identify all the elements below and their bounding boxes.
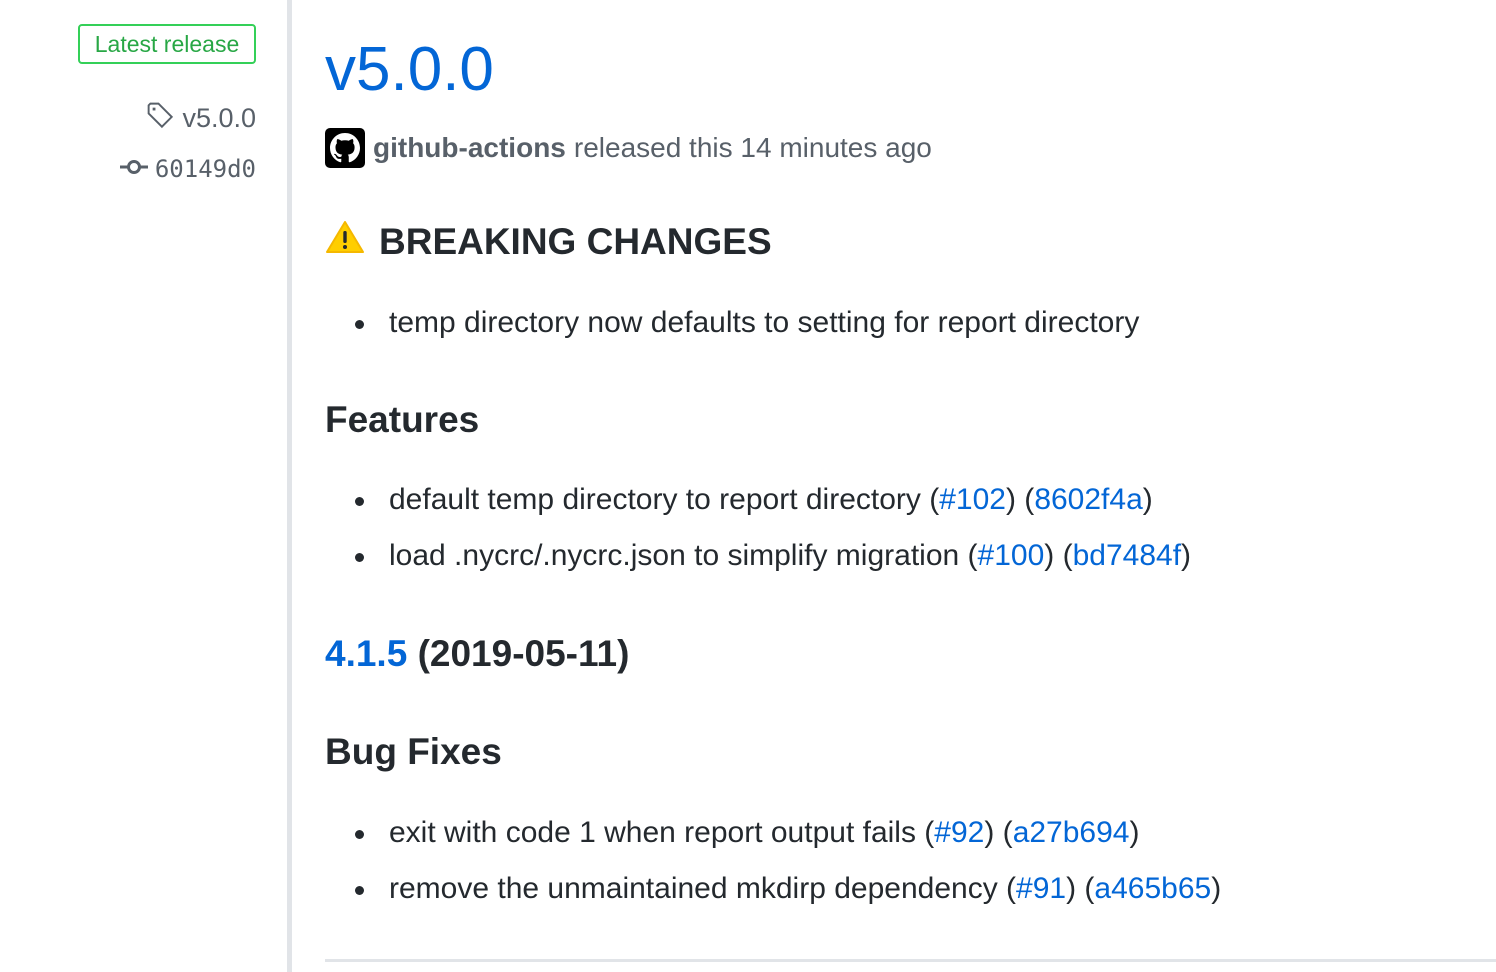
latest-release-badge: Latest release — [78, 24, 256, 64]
tag-link[interactable]: v5.0.0 — [146, 100, 256, 136]
punct: ) ( — [1005, 483, 1035, 516]
divider — [325, 959, 1496, 962]
list-item-text: temp directory now defaults to setting f… — [389, 306, 1140, 339]
punct: ) ( — [1044, 539, 1073, 572]
commit-link[interactable]: bd7484f — [1073, 539, 1181, 572]
item-text: exit with code 1 when report output fail… — [389, 816, 935, 849]
tag-icon — [146, 101, 174, 136]
punct: ) — [1211, 872, 1222, 905]
commit-icon — [119, 155, 149, 183]
list-item-text: exit with code 1 when report output fail… — [389, 813, 1139, 853]
commit-link[interactable]: a27b694 — [1013, 816, 1130, 849]
list-item-text: load .nycrc/.nycrc.json to simplify migr… — [389, 536, 1191, 576]
bullet — [355, 320, 364, 329]
released-text: released this 14 minutes ago — [573, 132, 932, 163]
bullet — [355, 886, 364, 895]
commit-link[interactable]: 60149d0 — [119, 152, 256, 186]
breaking-changes-label: BREAKING CHANGES — [379, 221, 772, 262]
github-logo-icon — [330, 133, 360, 163]
punct: ) — [1142, 483, 1153, 516]
version-date: (2019-05-11) — [417, 633, 630, 674]
punct: ) — [1129, 816, 1140, 849]
punct: ) — [1181, 539, 1192, 572]
tag-label: v5.0.0 — [182, 102, 256, 133]
list-item-text: default temp directory to report directo… — [389, 480, 1153, 520]
bug-fixes-heading: Bug Fixes — [325, 731, 502, 772]
release-meta: github-actions released this 14 minutes … — [325, 128, 932, 168]
pr-link[interactable]: #91 — [1016, 872, 1066, 905]
breaking-changes-heading: BREAKING CHANGES — [325, 218, 772, 266]
commit-link[interactable]: a465b65 — [1094, 872, 1211, 905]
avatar[interactable] — [325, 128, 365, 168]
pr-link[interactable]: #92 — [934, 816, 984, 849]
author-link[interactable]: github-actions — [373, 132, 566, 164]
item-text: load .nycrc/.nycrc.json to simplify migr… — [389, 539, 978, 572]
list-item-text: remove the unmaintained mkdirp dependenc… — [389, 869, 1221, 909]
features-heading: Features — [325, 399, 480, 440]
item-text: remove the unmaintained mkdirp dependenc… — [389, 872, 1017, 905]
bullet — [355, 553, 364, 562]
commit-label: 60149d0 — [154, 155, 256, 183]
timeline-line — [287, 0, 292, 972]
version-link[interactable]: 4.1.5 — [325, 633, 407, 674]
item-text: default temp directory to report directo… — [389, 483, 940, 516]
pr-link[interactable]: #102 — [939, 483, 1006, 516]
version-heading: 4.1.5 (2019-05-11) — [325, 630, 629, 678]
bullet — [355, 830, 364, 839]
punct: ) ( — [1066, 872, 1095, 905]
release-title[interactable]: v5.0.0 — [325, 30, 494, 110]
punct: ) ( — [984, 816, 1013, 849]
warning-icon — [325, 218, 365, 266]
pr-link[interactable]: #100 — [978, 539, 1045, 572]
commit-link[interactable]: 8602f4a — [1034, 483, 1142, 516]
bullet — [355, 497, 364, 506]
